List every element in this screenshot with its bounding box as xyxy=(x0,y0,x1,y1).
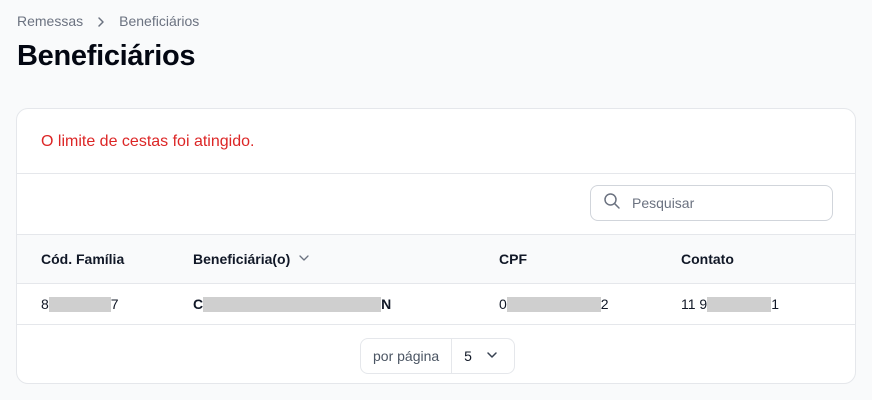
per-page-value: 5 xyxy=(464,348,472,364)
page-title: Beneficiários xyxy=(17,40,196,72)
cell-text: 8 xyxy=(41,296,49,312)
breadcrumb: Remessas Beneficiários xyxy=(17,13,199,29)
table-row[interactable]: 8 7 C N 0 2 11 9 1 xyxy=(17,284,855,325)
column-label: CPF xyxy=(499,251,527,267)
table-toolbar xyxy=(17,174,855,235)
redacted-block xyxy=(506,296,601,312)
cell-contact: 11 9 1 xyxy=(681,296,779,312)
beneficiaries-card: O limite de cestas foi atingido. Cód. Fa… xyxy=(16,108,856,384)
table-header: Cód. Família Beneficiária(o) CPF Contato xyxy=(17,235,855,284)
cell-text: 2 xyxy=(600,296,609,312)
column-header-contact[interactable]: Contato xyxy=(681,251,734,267)
column-label: Contato xyxy=(681,251,734,267)
redacted-block xyxy=(707,296,772,312)
search-box[interactable] xyxy=(590,185,833,221)
column-header-family-code[interactable]: Cód. Família xyxy=(41,251,124,267)
column-label: Beneficiária(o) xyxy=(193,251,291,267)
cell-text: 11 9 xyxy=(681,296,708,312)
column-label: Cód. Família xyxy=(41,251,125,267)
cell-text: 1 xyxy=(771,296,780,312)
chevron-right-icon xyxy=(95,15,107,27)
per-page-label: por página xyxy=(361,339,453,373)
cell-text: 7 xyxy=(110,296,119,312)
column-header-beneficiary[interactable]: Beneficiária(o) xyxy=(193,251,310,267)
pagination: por página 5 xyxy=(360,338,515,374)
breadcrumb-remessas[interactable]: Remessas xyxy=(17,13,83,29)
cell-cpf: 0 2 xyxy=(499,296,609,312)
limit-alert: O limite de cestas foi atingido. xyxy=(17,109,855,174)
cell-beneficiary: C N xyxy=(193,296,391,312)
breadcrumb-current: Beneficiários xyxy=(119,13,200,29)
per-page-select[interactable]: 5 xyxy=(452,348,498,364)
cell-family-code: 8 7 xyxy=(41,296,119,312)
search-icon xyxy=(603,192,621,215)
redacted-block xyxy=(48,296,111,312)
cell-text: 0 xyxy=(499,296,507,312)
sort-chevron-down-icon[interactable] xyxy=(298,251,310,267)
search-input[interactable] xyxy=(630,194,814,212)
cell-text: N xyxy=(381,296,392,312)
redacted-block xyxy=(203,296,382,312)
chevron-down-icon xyxy=(486,348,498,364)
cell-text: C xyxy=(193,296,204,312)
column-header-cpf[interactable]: CPF xyxy=(499,251,527,267)
